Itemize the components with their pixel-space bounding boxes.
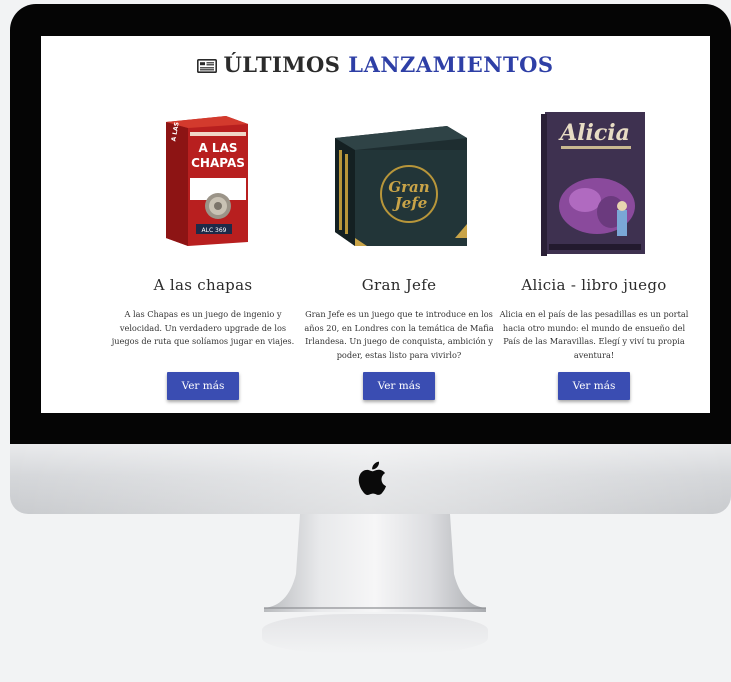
svg-text:Alicia: Alicia (558, 120, 630, 146)
product-name: Gran Jefe (361, 276, 437, 294)
product-description: Gran Jefe es un juego que te introduce e… (304, 309, 494, 360)
stand-reflection (262, 614, 488, 654)
product-name: Alicia - libro juego (521, 276, 667, 294)
svg-text:ALC 369: ALC 369 (202, 227, 227, 234)
product-description: Alicia en el país de las pesadillas es u… (499, 309, 689, 360)
product-description: A las Chapas es un juego de ingenio y ve… (111, 309, 295, 346)
apple-logo-icon (358, 461, 386, 496)
title-part-1: ÚLTIMOS (223, 52, 341, 77)
ver-mas-button[interactable]: Ver más (363, 372, 435, 400)
ver-mas-button[interactable]: Ver más (558, 372, 630, 400)
monitor-mockup: ÚLTIMOS LANZAMIENTOS A LAS CHAPAS A LAS … (0, 0, 731, 682)
title-part-2: LANZAMIENTOS (348, 52, 554, 77)
product-name: A las chapas (153, 276, 253, 294)
ver-mas-button[interactable]: Ver más (167, 372, 239, 400)
book-image[interactable]: Alicia (541, 110, 647, 256)
svg-text:Jefe: Jefe (392, 194, 428, 212)
svg-text:A LAS: A LAS (198, 141, 237, 155)
game-box-image[interactable]: Gran Jefe (327, 120, 471, 250)
screen: ÚLTIMOS LANZAMIENTOS A LAS CHAPAS A LAS … (41, 36, 710, 413)
svg-text:CHAPAS: CHAPAS (191, 156, 245, 170)
newspaper-icon (197, 59, 218, 73)
monitor-stand (264, 514, 486, 612)
section-title: ÚLTIMOS LANZAMIENTOS (41, 52, 710, 77)
game-box-image[interactable]: A LAS CHAPAS A LAS ALC 369 (156, 116, 252, 246)
